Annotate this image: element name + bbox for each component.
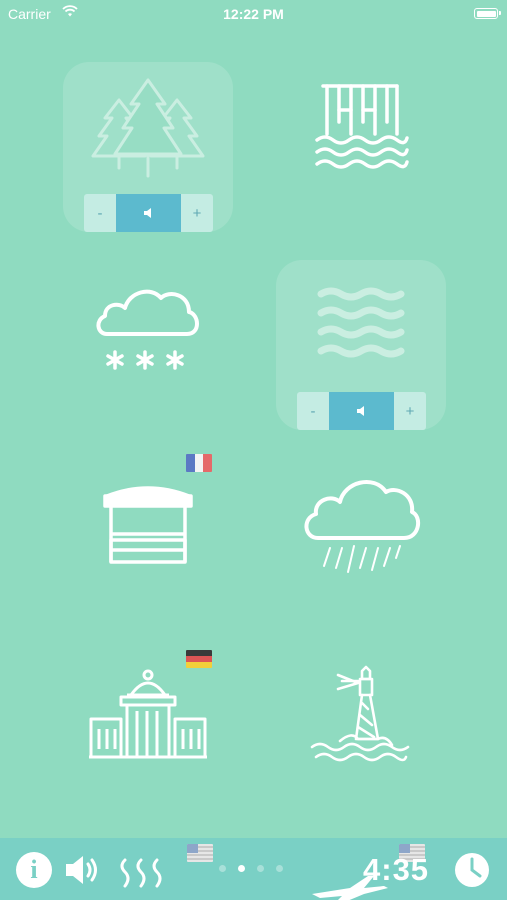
germany-flag	[186, 650, 212, 668]
sound-tile-snow[interactable]	[63, 260, 233, 430]
volume-down-button[interactable]: -	[297, 392, 329, 430]
waves-icon	[317, 287, 405, 358]
sound-tile-market[interactable]	[63, 450, 233, 620]
market-stall-icon	[103, 486, 193, 564]
sound-tile-lighthouse[interactable]	[276, 645, 446, 815]
page-dot[interactable]	[276, 865, 283, 872]
rain-cloud-icon	[304, 480, 421, 573]
volume-control-forest: - +	[84, 194, 213, 232]
volume-down-button[interactable]: -	[84, 194, 116, 232]
status-bar: Carrier 12:22 PM	[0, 0, 507, 28]
lighthouse-icon	[310, 665, 410, 762]
clock-time: 12:22 PM	[223, 6, 284, 22]
volume-control-waves: - +	[297, 392, 426, 430]
page-dot[interactable]	[238, 865, 245, 872]
bottom-bar: i 4:35	[0, 838, 507, 900]
sound-toggle-icon[interactable]	[62, 852, 102, 888]
battery-icon	[474, 8, 501, 19]
page-dot[interactable]	[257, 865, 264, 872]
government-building-icon	[89, 669, 207, 759]
sound-tile-rain[interactable]	[276, 450, 446, 620]
forest-icon	[91, 78, 205, 178]
sound-tile-waterfall[interactable]	[276, 62, 446, 232]
sound-tile-building[interactable]	[63, 645, 233, 815]
usa-flag	[187, 844, 213, 862]
page-indicator[interactable]	[219, 865, 283, 872]
page-dot[interactable]	[219, 865, 226, 872]
volume-up-button[interactable]: +	[394, 392, 426, 430]
waterfall-icon	[315, 84, 409, 169]
sound-tile-forest[interactable]: - +	[63, 62, 233, 232]
mute-button[interactable]	[329, 392, 394, 430]
steam-icon[interactable]	[117, 858, 167, 888]
sound-tile-waves[interactable]: - +	[276, 260, 446, 430]
snow-cloud-icon	[96, 289, 199, 370]
speaker-icon	[356, 406, 364, 416]
speaker-icon	[143, 208, 151, 218]
mute-button[interactable]	[116, 194, 181, 232]
france-flag	[186, 454, 212, 472]
clock-icon[interactable]	[454, 852, 490, 888]
timer-display[interactable]: 4:35	[363, 852, 429, 888]
volume-up-button[interactable]: +	[181, 194, 213, 232]
info-button[interactable]: i	[16, 852, 52, 888]
